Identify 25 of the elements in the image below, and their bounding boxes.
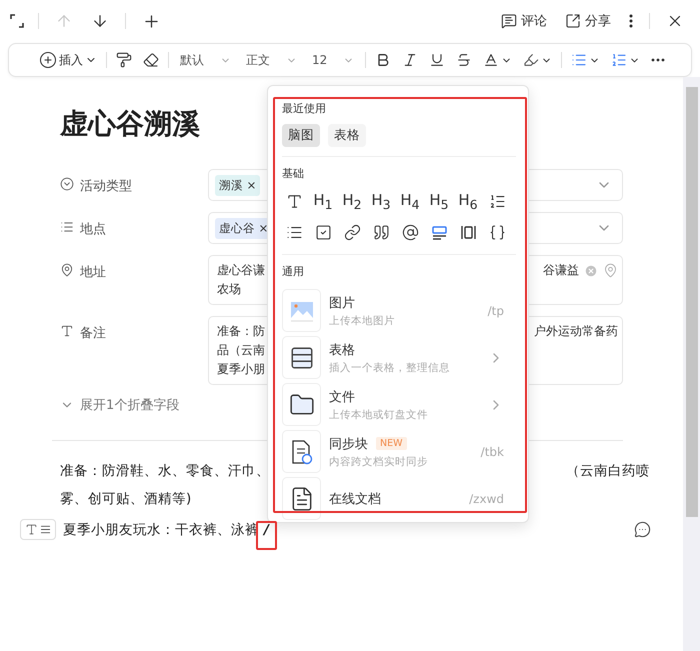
- section-title: 最近使用: [282, 101, 327, 116]
- paragraph-text: （云南白药喷: [566, 462, 650, 481]
- field-value: 户外运动常备药: [534, 323, 618, 340]
- new-badge: NEW: [376, 437, 407, 450]
- menu-item-description: 上传本地图片: [329, 314, 396, 328]
- field-value: 准备：防 品（云南 夏季小朋: [217, 323, 266, 378]
- field-label: 活动类型: [80, 178, 132, 195]
- document-title: 虚心谷溯溪: [60, 106, 200, 142]
- field-label: 地址: [80, 264, 106, 281]
- menu-item-description: 插入一个表格，整理信息: [329, 360, 451, 374]
- section-title: 通用: [282, 264, 305, 279]
- shortcut-hint: /zxwd: [469, 492, 504, 506]
- field-label: 备注: [80, 325, 106, 342]
- field-value: 谷谦益: [543, 262, 579, 279]
- paragraph-text: 准备：防滑鞋、水、零食、汗巾、: [60, 462, 270, 481]
- field-label: 地点: [80, 221, 106, 238]
- typed-slash: /: [264, 522, 270, 538]
- menu-item-description: 上传本地或钉盘文件: [329, 408, 429, 422]
- paragraph-text: 雾、创可贴、酒精等): [60, 490, 192, 509]
- shortcut-hint: /tbk: [480, 444, 504, 458]
- field-value: 虚心谷谦 农场: [217, 262, 266, 298]
- section-title: 基础: [282, 166, 305, 181]
- menu-item-description: 内容跨文档实时同步: [329, 454, 429, 468]
- tag: 溯溪 ×: [215, 174, 260, 196]
- shortcut-hint: /tp: [488, 304, 504, 318]
